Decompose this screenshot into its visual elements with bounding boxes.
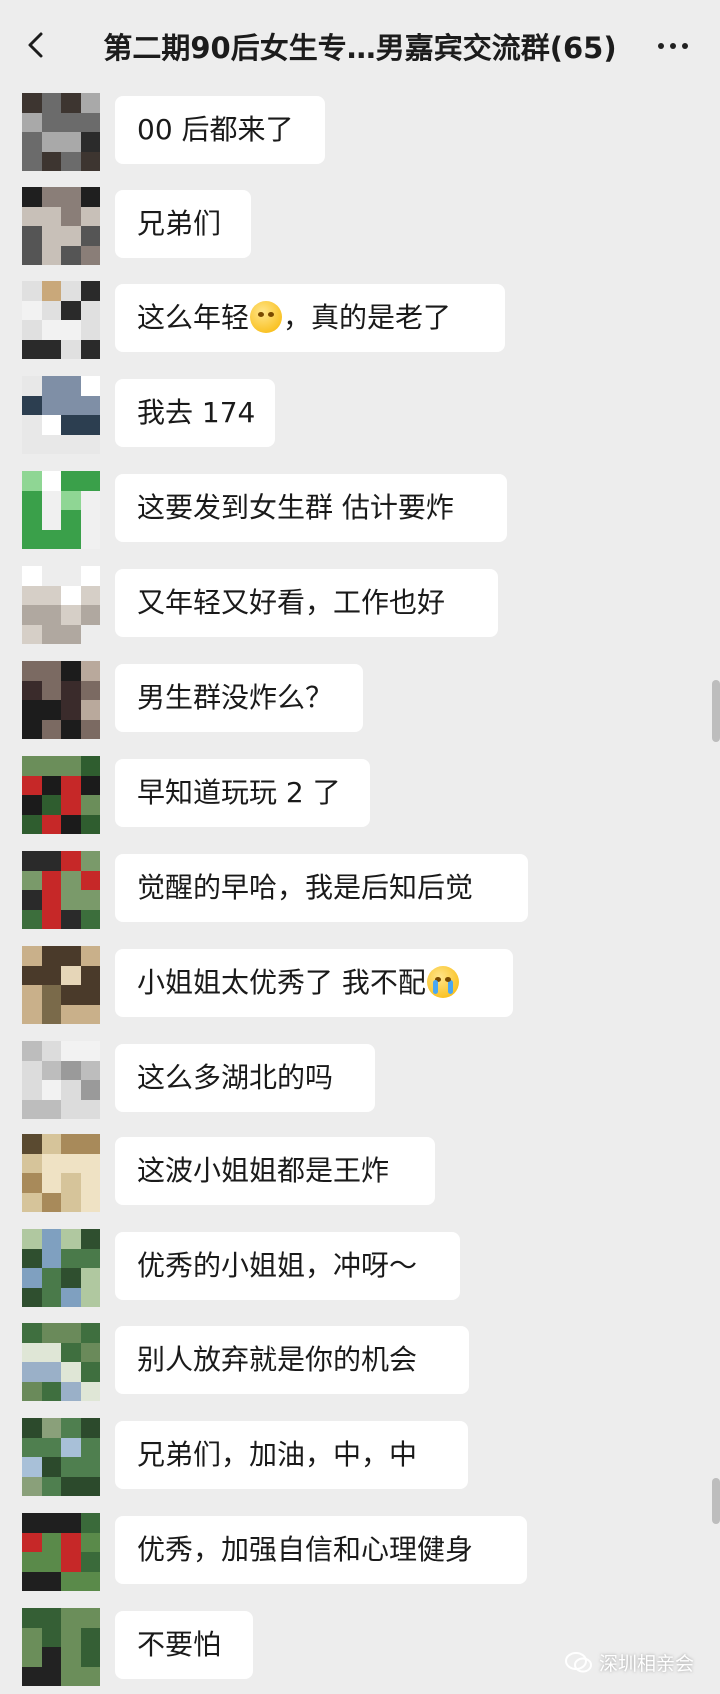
avatar[interactable] <box>22 376 100 454</box>
message-bubble[interactable]: 兄弟们，加油，中，中 <box>115 1421 468 1489</box>
message-text: 优秀，加强自信和心理健身 <box>137 1533 474 1566</box>
avatar[interactable] <box>22 1323 100 1401</box>
message-text: 别人放弃就是你的机会 <box>137 1343 418 1376</box>
message-row: 00 后都来了 <box>0 93 720 173</box>
message-text: 00 后都来了 <box>137 113 294 146</box>
scrollbar-thumb[interactable] <box>712 680 720 742</box>
message-bubble[interactable]: 早知道玩玩 2 了 <box>115 759 370 827</box>
avatar[interactable] <box>22 1418 100 1496</box>
message-row: 兄弟们 <box>0 187 720 267</box>
message-bubble[interactable]: 这波小姐姐都是王炸 <box>115 1137 435 1205</box>
message-row: 兄弟们，加油，中，中 <box>0 1418 720 1498</box>
message-row: 男生群没炸么？ <box>0 661 720 741</box>
message-text: 这么年轻 <box>137 301 250 334</box>
message-bubble[interactable]: 觉醒的早哈，我是后知后觉 <box>115 854 528 922</box>
avatar[interactable] <box>22 851 100 929</box>
message-bubble[interactable]: 又年轻又好看，工作也好 <box>115 569 498 637</box>
message-text: 男生群没炸么？ <box>137 681 334 714</box>
message-list[interactable]: 00 后都来了 兄弟们 这么年轻 ，真的是老了 我去 174 这要发到女生群 估计… <box>0 0 720 1694</box>
message-bubble[interactable]: 男生群没炸么？ <box>115 664 363 732</box>
avatar[interactable] <box>22 281 100 359</box>
message-text: 这要发到女生群 估计要炸 <box>137 491 454 524</box>
message-text: 早知道玩玩 2 了 <box>137 776 341 809</box>
message-row: 不要怕 <box>0 1608 720 1688</box>
message-text: 兄弟们，加油，中，中 <box>137 1438 418 1471</box>
message-text: 又年轻又好看，工作也好 <box>137 586 446 619</box>
scrollbar-thumb[interactable] <box>712 1478 720 1524</box>
avatar[interactable] <box>22 471 100 549</box>
avatar[interactable] <box>22 187 100 265</box>
avatar[interactable] <box>22 946 100 1024</box>
message-text: 兄弟们 <box>137 207 222 240</box>
avatar[interactable] <box>22 93 100 171</box>
message-row: 这波小姐姐都是王炸 <box>0 1134 720 1214</box>
message-bubble[interactable]: 我去 174 <box>115 379 275 447</box>
crying-emoji-icon <box>426 966 459 998</box>
message-text: 觉醒的早哈，我是后知后觉 <box>137 871 474 904</box>
message-row: 这要发到女生群 估计要炸 <box>0 471 720 551</box>
message-bubble[interactable]: 这要发到女生群 估计要炸 <box>115 474 507 542</box>
avatar[interactable] <box>22 1229 100 1307</box>
message-row: 觉醒的早哈，我是后知后觉 <box>0 851 720 931</box>
message-row: 优秀，加强自信和心理健身 <box>0 1513 720 1593</box>
message-bubble[interactable]: 优秀的小姐姐，冲呀～ <box>115 1232 460 1300</box>
message-row: 别人放弃就是你的机会 <box>0 1323 720 1403</box>
avatar[interactable] <box>22 1041 100 1119</box>
message-text: 这么多湖北的吗 <box>137 1061 334 1094</box>
message-bubble[interactable]: 兄弟们 <box>115 190 251 258</box>
sob-smile-emoji-icon <box>250 301 283 333</box>
message-text: 我去 174 <box>137 396 256 429</box>
message-bubble[interactable]: 别人放弃就是你的机会 <box>115 1326 469 1394</box>
message-text: 优秀的小姐姐，冲呀～ <box>137 1249 418 1282</box>
message-row: 这么年轻 ，真的是老了 <box>0 281 720 361</box>
message-row: 早知道玩玩 2 了 <box>0 756 720 836</box>
message-row: 又年轻又好看，工作也好 <box>0 566 720 646</box>
watermark-text: 深圳相亲会 <box>598 1653 694 1675</box>
message-text: 不要怕 <box>137 1628 222 1661</box>
wechat-icon <box>564 1651 592 1672</box>
message-text: 小姐姐太优秀了 我不配 <box>137 966 426 999</box>
message-text: ，真的是老了 <box>283 301 452 334</box>
message-row: 优秀的小姐姐，冲呀～ <box>0 1229 720 1309</box>
watermark: 深圳相亲会 <box>564 1649 694 1676</box>
avatar[interactable] <box>22 1608 100 1686</box>
message-row: 我去 174 <box>0 376 720 456</box>
message-text: 这波小姐姐都是王炸 <box>137 1154 390 1187</box>
message-bubble[interactable]: 这么年轻 ，真的是老了 <box>115 284 505 352</box>
message-bubble[interactable]: 00 后都来了 <box>115 96 325 164</box>
message-row: 小姐姐太优秀了 我不配 <box>0 946 720 1026</box>
avatar[interactable] <box>22 756 100 834</box>
avatar[interactable] <box>22 1513 100 1591</box>
message-bubble[interactable]: 这么多湖北的吗 <box>115 1044 375 1112</box>
message-row: 这么多湖北的吗 <box>0 1041 720 1121</box>
avatar[interactable] <box>22 661 100 739</box>
message-bubble[interactable]: 小姐姐太优秀了 我不配 <box>115 949 513 1017</box>
avatar[interactable] <box>22 1134 100 1212</box>
message-bubble[interactable]: 优秀，加强自信和心理健身 <box>115 1516 527 1584</box>
avatar[interactable] <box>22 566 100 644</box>
message-bubble[interactable]: 不要怕 <box>115 1611 253 1679</box>
